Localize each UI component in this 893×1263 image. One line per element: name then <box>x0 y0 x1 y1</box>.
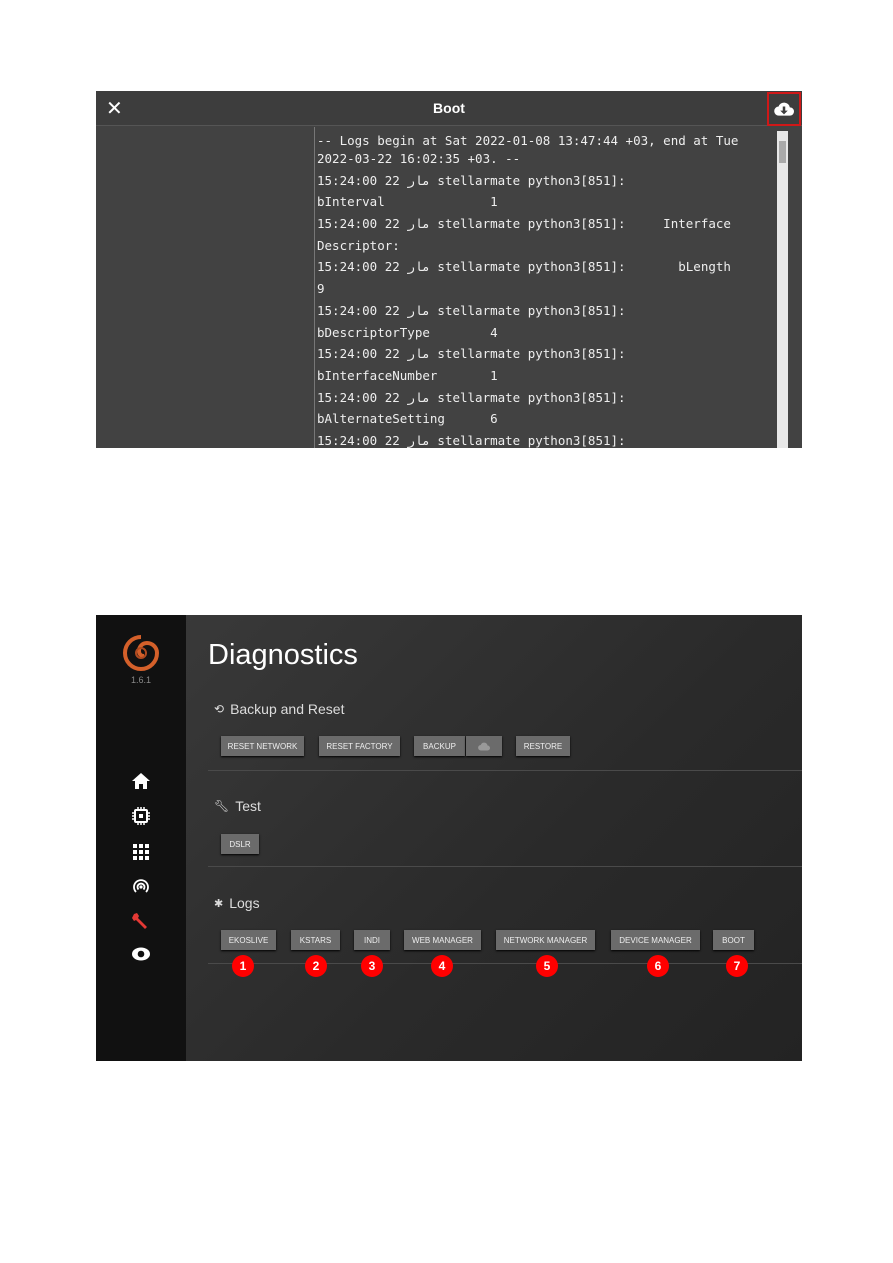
log-line: 15:24:00 22 مار stellarmate python3[851]… <box>317 346 626 362</box>
wifi-tethering-icon[interactable] <box>129 874 153 898</box>
log-line: bInterval 1 <box>317 194 498 210</box>
divider <box>208 866 802 867</box>
boot-log-dialog: ✕ Boot -- Logs begin at Sat 2022-01-08 1… <box>96 91 802 448</box>
callout-badge: 3 <box>361 955 383 977</box>
chip-icon[interactable] <box>129 804 153 828</box>
scrollbar[interactable] <box>777 131 788 448</box>
download-logs-button[interactable] <box>767 92 801 126</box>
wrench-icon: 🔧︎ <box>214 799 230 813</box>
backup-section-heading: ⟲ Backup and Reset <box>214 701 344 717</box>
restore-button[interactable]: RESTORE <box>516 736 570 756</box>
log-line: 15:24:00 22 مار stellarmate python3[851]… <box>317 389 626 405</box>
dialog-header: ✕ Boot <box>96 91 802 126</box>
callout-badge: 7 <box>726 955 748 977</box>
dialog-title: Boot <box>433 100 465 116</box>
stellarmate-logo <box>123 635 160 671</box>
cloud-backup-button[interactable] <box>466 736 502 756</box>
restore-icon: ⟲ <box>214 702 225 716</box>
scrollbar-thumb[interactable] <box>779 141 786 163</box>
logs-section-heading: ✱ Logs <box>214 895 260 911</box>
callout-badge: 6 <box>647 955 669 977</box>
page-title: Diagnostics <box>208 639 358 671</box>
section-title: Test <box>235 798 261 814</box>
callout-badge: 2 <box>305 955 327 977</box>
cloud-download-icon <box>774 102 794 116</box>
log-line: bAlternateSetting 6 <box>317 411 498 427</box>
apps-grid-icon[interactable] <box>129 840 153 864</box>
network-manager-log-button[interactable]: NETWORK MANAGER <box>496 930 595 950</box>
divider <box>208 963 802 964</box>
log-line: -- Logs begin at Sat 2022-01-08 13:47:44… <box>317 133 739 148</box>
log-line: 2022-03-22 16:02:35 +03. -- <box>317 151 521 166</box>
log-line: 15:24:00 22 مار stellarmate python3[851]… <box>317 172 626 188</box>
callout-badge: 5 <box>536 955 558 977</box>
log-line: 15:24:00 22 مار stellarmate python3[851]… <box>317 216 731 232</box>
sidebar: 1.6.1 <box>96 615 186 1061</box>
dslr-button[interactable]: DSLR <box>221 834 259 854</box>
web-manager-log-button[interactable]: WEB MANAGER <box>404 930 481 950</box>
log-line: bDescriptorType 4 <box>317 324 498 340</box>
kstars-log-button[interactable]: KSTARS <box>291 930 340 950</box>
eye-icon[interactable] <box>129 942 153 966</box>
divider <box>208 770 802 771</box>
callout-badge: 1 <box>232 955 254 977</box>
section-title: Backup and Reset <box>230 701 345 717</box>
log-line: 9 <box>317 281 325 297</box>
version-label: 1.6.1 <box>130 675 152 685</box>
log-line: 15:24:00 22 مار stellarmate python3[851]… <box>317 432 626 448</box>
backup-button[interactable]: BACKUP <box>414 736 465 756</box>
bug-icon: ✱ <box>214 897 224 910</box>
log-line: Descriptor: <box>317 237 400 253</box>
home-icon[interactable] <box>129 769 153 793</box>
diagnostics-screen: 1.6.1 Diagnostics ⟲ Backup and Reset RESE… <box>96 615 802 1061</box>
log-line: 15:24:00 22 مار stellarmate python3[851]… <box>317 259 731 275</box>
cloud-icon <box>478 742 490 751</box>
indi-log-button[interactable]: INDI <box>354 930 390 950</box>
log-line: 15:24:00 22 مار stellarmate python3[851]… <box>317 302 626 318</box>
ekoslive-log-button[interactable]: EKOSLIVE <box>221 930 276 950</box>
log-output: -- Logs begin at Sat 2022-01-08 13:47:44… <box>314 127 770 448</box>
test-section-heading: 🔧︎ Test <box>214 798 261 814</box>
wrench-icon[interactable] <box>129 908 153 932</box>
reset-factory-button[interactable]: RESET FACTORY <box>319 736 400 756</box>
reset-network-button[interactable]: RESET NETWORK <box>221 736 304 756</box>
section-title: Logs <box>229 895 260 911</box>
callout-badge: 4 <box>431 955 453 977</box>
log-line: bInterfaceNumber 1 <box>317 367 498 383</box>
boot-log-button[interactable]: BOOT <box>713 930 754 950</box>
device-manager-log-button[interactable]: DEVICE MANAGER <box>611 930 700 950</box>
